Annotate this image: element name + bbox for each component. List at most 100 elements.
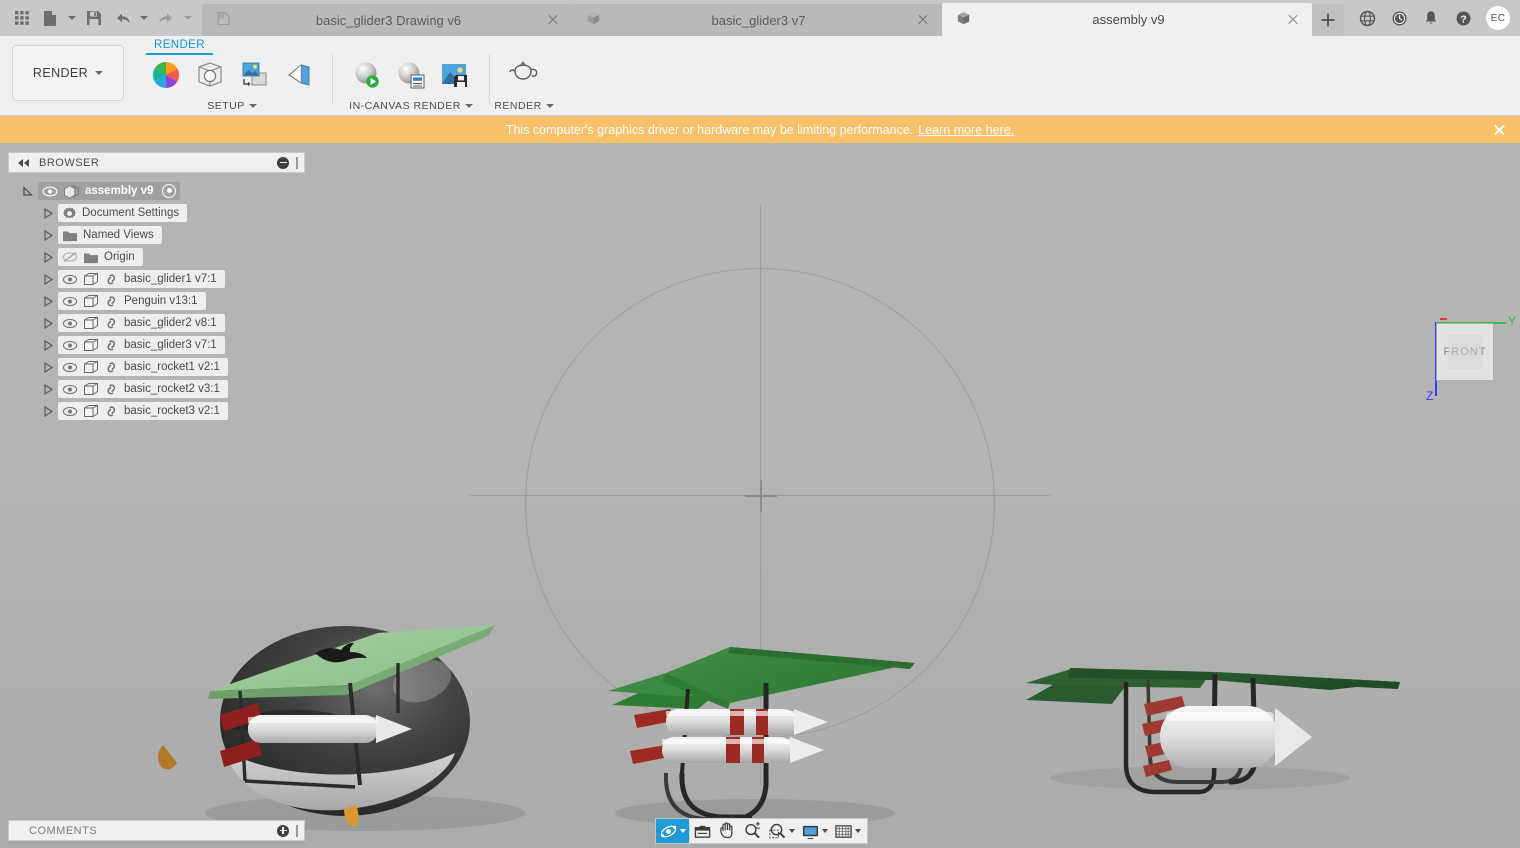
in-canvas-render-settings-icon[interactable] — [391, 54, 431, 96]
tree-row-component[interactable]: basic_glider2 v8:1 — [58, 314, 225, 332]
tree-node-origin[interactable]: Origin — [8, 246, 308, 268]
visibility-eye-icon[interactable] — [62, 318, 78, 329]
look-at-tool[interactable] — [690, 819, 715, 843]
visibility-eye-icon[interactable] — [62, 384, 78, 395]
redo-dropdown-caret[interactable] — [180, 3, 196, 33]
tree-row-document-settings[interactable]: Document Settings — [58, 204, 187, 222]
twisty-closed-icon[interactable] — [42, 339, 55, 352]
twisty-closed-icon[interactable] — [42, 383, 55, 396]
panel-resize-grip[interactable] — [296, 157, 298, 169]
panel-resize-grip[interactable] — [296, 825, 298, 837]
view-cube[interactable]: FRONT Y Z — [1418, 313, 1514, 409]
chevron-down-icon[interactable] — [822, 829, 828, 833]
close-icon[interactable] — [1286, 13, 1300, 27]
twisty-closed-icon[interactable] — [42, 273, 55, 286]
new-tab-button[interactable] — [1312, 4, 1344, 36]
visibility-eye-icon[interactable] — [62, 340, 78, 351]
orbit-tool[interactable] — [656, 819, 689, 843]
new-file-dropdown-caret[interactable] — [64, 3, 80, 33]
tree-node-document-settings[interactable]: Document Settings — [8, 202, 308, 224]
banner-learn-more-link[interactable]: Learn more here. — [918, 123, 1014, 137]
undo-dropdown-caret[interactable] — [136, 3, 152, 33]
display-settings-tool[interactable] — [798, 819, 831, 843]
app-grid-icon[interactable] — [8, 3, 36, 33]
model-penguin-glider-assembly[interactable] — [150, 513, 570, 848]
tab-render[interactable]: RENDER — [146, 36, 213, 51]
visibility-eye-icon[interactable] — [62, 362, 78, 373]
workspace-selector[interactable]: RENDER — [12, 45, 124, 101]
panel-label-in-canvas-render[interactable]: IN-CANVAS RENDER — [349, 98, 473, 114]
tree-node-component[interactable]: basic_glider3 v7:1 — [8, 334, 308, 356]
tree-row-component[interactable]: Penguin v13:1 — [58, 292, 206, 310]
clock-icon[interactable] — [1384, 3, 1414, 33]
collapse-panel-icon[interactable] — [17, 158, 31, 168]
panel-divider — [332, 54, 333, 104]
twisty-closed-icon[interactable] — [42, 295, 55, 308]
tree-node-component[interactable]: basic_glider1 v7:1 — [8, 268, 308, 290]
pan-tool[interactable] — [715, 819, 740, 843]
zoom-window-tool[interactable] — [765, 819, 798, 843]
texture-map-controls-icon[interactable] — [278, 54, 318, 96]
tree-row-component[interactable]: basic_rocket3 v2:1 — [58, 402, 228, 420]
panel-label-setup[interactable]: SETUP — [207, 98, 257, 114]
capture-image-icon[interactable] — [435, 54, 475, 96]
avatar[interactable]: EC — [1486, 6, 1510, 30]
model-basic-glider-single-rocket[interactable] — [1000, 528, 1420, 828]
twisty-closed-icon[interactable] — [42, 229, 55, 242]
tree-node-assembly[interactable]: assembly v9 — [8, 180, 308, 202]
decal-icon[interactable] — [234, 54, 274, 96]
new-file-icon[interactable] — [36, 3, 64, 33]
document-tab-glider3[interactable]: basic_glider3 v7 — [572, 4, 942, 36]
twisty-closed-icon[interactable] — [42, 317, 55, 330]
visibility-eye-icon[interactable] — [62, 296, 78, 307]
zoom-tool[interactable] — [740, 819, 765, 843]
tree-row-assembly[interactable]: assembly v9 — [38, 182, 180, 200]
activate-component-radio[interactable] — [162, 184, 176, 198]
undo-icon[interactable] — [108, 3, 136, 33]
globe-icon[interactable] — [1352, 3, 1382, 33]
model-basic-glider-twin-rocket[interactable] — [570, 523, 950, 843]
tree-node-component[interactable]: basic_glider2 v8:1 — [8, 312, 308, 334]
tree-row-component[interactable]: basic_rocket1 v2:1 — [58, 358, 228, 376]
tree-node-label: basic_glider1 v7:1 — [124, 273, 217, 285]
tree-row-origin[interactable]: Origin — [58, 248, 143, 266]
visibility-eye-icon[interactable] — [62, 406, 78, 417]
twisty-closed-icon[interactable] — [42, 361, 55, 374]
close-icon[interactable] — [546, 13, 560, 27]
tree-node-named-views[interactable]: Named Views — [8, 224, 308, 246]
chevron-down-icon[interactable] — [680, 829, 686, 833]
help-icon[interactable]: ? — [1448, 3, 1478, 33]
tree-row-component[interactable]: basic_glider1 v7:1 — [58, 270, 225, 288]
document-tab-drawing[interactable]: basic_glider3 Drawing v6 — [202, 4, 572, 36]
tree-node-component[interactable]: basic_rocket2 v3:1 — [8, 378, 308, 400]
tree-row-component[interactable]: basic_rocket2 v3:1 — [58, 380, 228, 398]
twisty-closed-icon[interactable] — [42, 251, 55, 264]
document-tab-assembly[interactable]: assembly v9 — [942, 3, 1312, 36]
visibility-eye-icon[interactable] — [62, 274, 78, 285]
tree-node-component[interactable]: basic_rocket3 v2:1 — [8, 400, 308, 422]
tree-node-component[interactable]: basic_rocket1 v2:1 — [8, 356, 308, 378]
visibility-eye-icon[interactable] — [42, 186, 58, 197]
minimize-icon[interactable] — [277, 157, 289, 169]
panel-label-render[interactable]: RENDER — [494, 98, 553, 114]
twisty-closed-icon[interactable] — [42, 207, 55, 220]
scene-settings-icon[interactable] — [190, 54, 230, 96]
tree-row-component[interactable]: basic_glider3 v7:1 — [58, 336, 225, 354]
render-teapot-icon[interactable] — [504, 54, 544, 96]
close-icon[interactable] — [1493, 123, 1506, 136]
in-canvas-render-icon[interactable] — [347, 54, 387, 96]
grid-and-snaps-tool[interactable] — [831, 819, 864, 843]
redo-icon[interactable] — [152, 3, 180, 33]
twisty-closed-icon[interactable] — [42, 405, 55, 418]
add-comment-icon[interactable] — [277, 825, 289, 837]
visibility-hidden-eye-icon[interactable] — [62, 251, 78, 263]
tree-row-named-views[interactable]: Named Views — [58, 226, 162, 244]
save-icon[interactable] — [80, 3, 108, 33]
chevron-down-icon[interactable] — [789, 829, 795, 833]
chevron-down-icon[interactable] — [855, 829, 861, 833]
bell-icon[interactable] — [1416, 3, 1446, 33]
appearance-icon[interactable] — [146, 54, 186, 96]
close-icon[interactable] — [916, 13, 930, 27]
tree-node-component[interactable]: Penguin v13:1 — [8, 290, 308, 312]
twisty-open-icon[interactable] — [22, 185, 35, 198]
